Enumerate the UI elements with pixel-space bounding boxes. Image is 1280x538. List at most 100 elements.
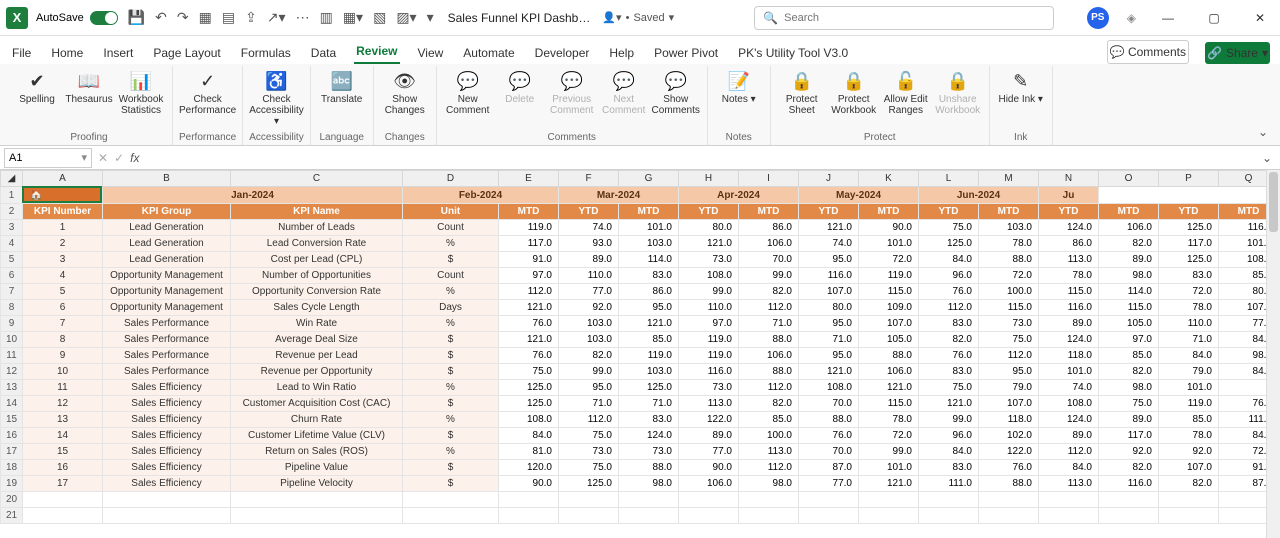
cell[interactable]: 101.0 [1039,364,1099,380]
cell[interactable]: 95.0 [619,300,679,316]
cell[interactable]: $ [403,476,499,492]
cell[interactable]: Customer Acquisition Cost (CAC) [231,396,403,412]
cell[interactable]: Number of Opportunities [231,268,403,284]
cell[interactable] [499,508,559,524]
cell[interactable]: 119.0 [679,348,739,364]
ytd-header[interactable]: YTD [1159,204,1219,220]
cell[interactable]: Revenue per Opportunity [231,364,403,380]
cell[interactable] [619,508,679,524]
cell[interactable]: 89.0 [1099,412,1159,428]
cell[interactable]: 83.0 [619,268,679,284]
cell[interactable]: 113.0 [1039,476,1099,492]
cell[interactable]: Sales Efficiency [103,396,231,412]
cell[interactable]: $ [403,428,499,444]
cell[interactable]: 14 [23,428,103,444]
cell[interactable]: % [403,444,499,460]
cell[interactable]: 76.0 [979,460,1039,476]
cell[interactable]: 82.0 [559,348,619,364]
cell[interactable]: 108.0 [799,380,859,396]
cell[interactable]: 96.0 [919,268,979,284]
cell[interactable]: 3 [23,252,103,268]
cell[interactable]: 119.0 [619,348,679,364]
cell[interactable]: 90.0 [499,476,559,492]
cell[interactable]: 124.0 [1039,220,1099,236]
tab-automate[interactable]: Automate [461,42,516,64]
cell[interactable]: $ [403,364,499,380]
cell[interactable]: 95.0 [799,252,859,268]
cell[interactable]: 111.0 [919,476,979,492]
row-header[interactable]: 21 [1,508,23,524]
cell[interactable]: Sales Performance [103,332,231,348]
month-header[interactable]: Feb-2024 [403,187,559,204]
row-header[interactable]: 17 [1,444,23,460]
cell[interactable] [1039,492,1099,508]
cell[interactable]: 80.0 [799,300,859,316]
cell[interactable]: 74.0 [1039,380,1099,396]
cell[interactable]: 85.0 [739,412,799,428]
cell[interactable]: 116.0 [1039,300,1099,316]
cell[interactable]: 73.0 [679,380,739,396]
cell[interactable]: Count [403,268,499,284]
cell[interactable]: 10 [23,364,103,380]
cell[interactable]: Sales Cycle Length [231,300,403,316]
cell[interactable]: 90.0 [679,460,739,476]
ytd-header[interactable]: YTD [1039,204,1099,220]
cell[interactable]: 108.0 [1039,396,1099,412]
cell[interactable]: 72.0 [859,252,919,268]
cell[interactable]: 84.0 [919,444,979,460]
cell[interactable]: 76.0 [499,316,559,332]
row-header[interactable]: 16 [1,428,23,444]
cell[interactable]: 99.0 [919,412,979,428]
cell[interactable]: Sales Performance [103,316,231,332]
cell[interactable]: Sales Efficiency [103,380,231,396]
cell[interactable]: Opportunity Conversion Rate [231,284,403,300]
cell[interactable] [739,492,799,508]
cell[interactable]: 110.0 [1159,316,1219,332]
cell[interactable] [499,492,559,508]
scrollbar-thumb[interactable] [1269,172,1278,232]
cell[interactable] [23,492,103,508]
cell[interactable]: 73.0 [979,316,1039,332]
cell[interactable]: Customer Lifetime Value (CLV) [231,428,403,444]
qat-icon[interactable]: ⇪ [245,9,257,26]
cell[interactable]: % [403,236,499,252]
cell[interactable] [919,492,979,508]
column-header-A[interactable]: A [23,171,103,187]
cell[interactable]: Cost per Lead (CPL) [231,252,403,268]
cell[interactable]: 92.0 [559,300,619,316]
cell[interactable]: Pipeline Value [231,460,403,476]
cell[interactable]: 117.0 [499,236,559,252]
save-icon[interactable]: 💾 [128,9,145,26]
share-button[interactable]: 🔗 Share ▾ [1205,42,1270,64]
row-header[interactable]: 19 [1,476,23,492]
search-input[interactable]: 🔍 [754,6,1054,30]
ribbon-check-performance-button[interactable]: ✓Check Performance [183,68,233,116]
fx-icon[interactable]: fx [130,151,139,165]
cell[interactable]: 95.0 [799,348,859,364]
autosave-toggle[interactable]: AutoSave [36,11,118,25]
cell[interactable] [231,508,403,524]
cell[interactable]: 12 [23,396,103,412]
cell[interactable]: 75.0 [559,428,619,444]
cell[interactable] [739,508,799,524]
cell[interactable]: 81.0 [499,444,559,460]
cell[interactable]: 103.0 [619,364,679,380]
cell[interactable]: 88.0 [979,252,1039,268]
cell[interactable]: 6 [23,300,103,316]
tab-help[interactable]: Help [607,42,636,64]
cell[interactable]: Lead Conversion Rate [231,236,403,252]
avatar[interactable]: PS [1087,7,1109,29]
cell[interactable]: 15 [23,444,103,460]
cell[interactable]: 99.0 [559,364,619,380]
qat-icon[interactable]: ⋯ [296,9,310,26]
cell[interactable]: 121.0 [859,476,919,492]
cell[interactable]: 73.0 [559,444,619,460]
cell[interactable]: 72.0 [1159,284,1219,300]
tab-view[interactable]: View [416,42,446,64]
cell[interactable]: 76.0 [919,348,979,364]
cell[interactable]: Sales Efficiency [103,428,231,444]
cell[interactable]: 7 [23,316,103,332]
cell[interactable]: 76.0 [919,284,979,300]
tab-developer[interactable]: Developer [533,42,592,64]
spreadsheet-grid[interactable]: ◢ABCDEFGHIJKLMNOPQ 1🏠Jan-2024Feb-2024Mar… [0,170,1280,538]
